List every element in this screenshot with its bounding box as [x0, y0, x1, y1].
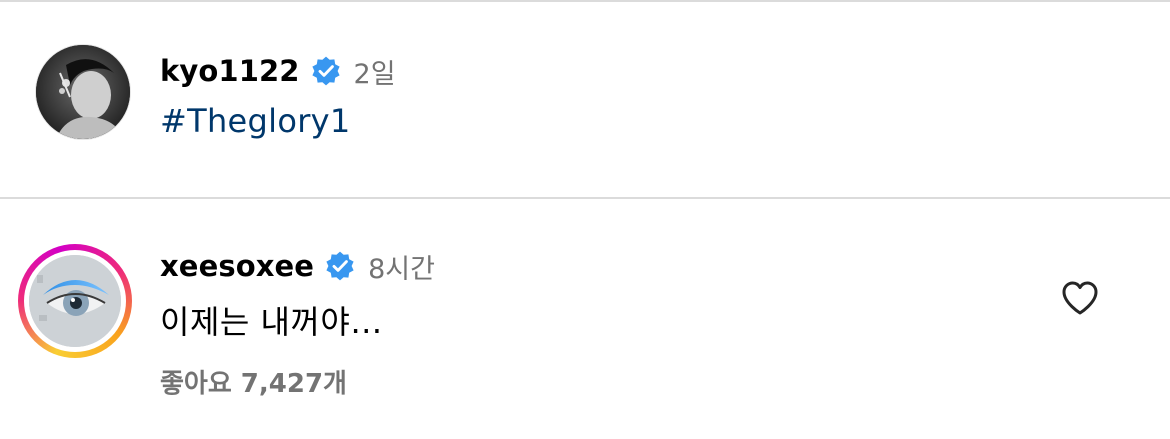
comment-likes-count[interactable]: 좋아요 7,427개 — [160, 363, 347, 400]
avatar — [29, 255, 121, 347]
comment-header: xeesoxee 8시간 — [160, 244, 435, 288]
comment-item: xeesoxee 8시간 이제는 내꺼야… 좋아요 7,427개 — [0, 199, 1170, 439]
heart-outline-icon[interactable] — [1060, 279, 1100, 317]
avatar[interactable] — [36, 45, 130, 139]
post-caption: kyo1122 2일 #Theglory1 — [0, 0, 1170, 197]
avatar-photo — [36, 45, 130, 139]
caption-time: 2일 — [353, 58, 396, 90]
avatar-photo — [29, 255, 121, 347]
verified-badge-icon — [326, 251, 354, 281]
comment-time: 8시간 — [368, 253, 435, 285]
verified-badge-icon — [311, 56, 340, 86]
comment-text: 이제는 내꺼야… — [160, 303, 383, 341]
caption-hashtag-link[interactable]: #Theglory1 — [160, 102, 351, 140]
story-ring[interactable] — [18, 244, 132, 358]
caption-header: kyo1122 2일 — [160, 48, 396, 94]
comment-username[interactable]: xeesoxee — [160, 249, 314, 283]
caption-username[interactable]: kyo1122 — [160, 54, 300, 88]
